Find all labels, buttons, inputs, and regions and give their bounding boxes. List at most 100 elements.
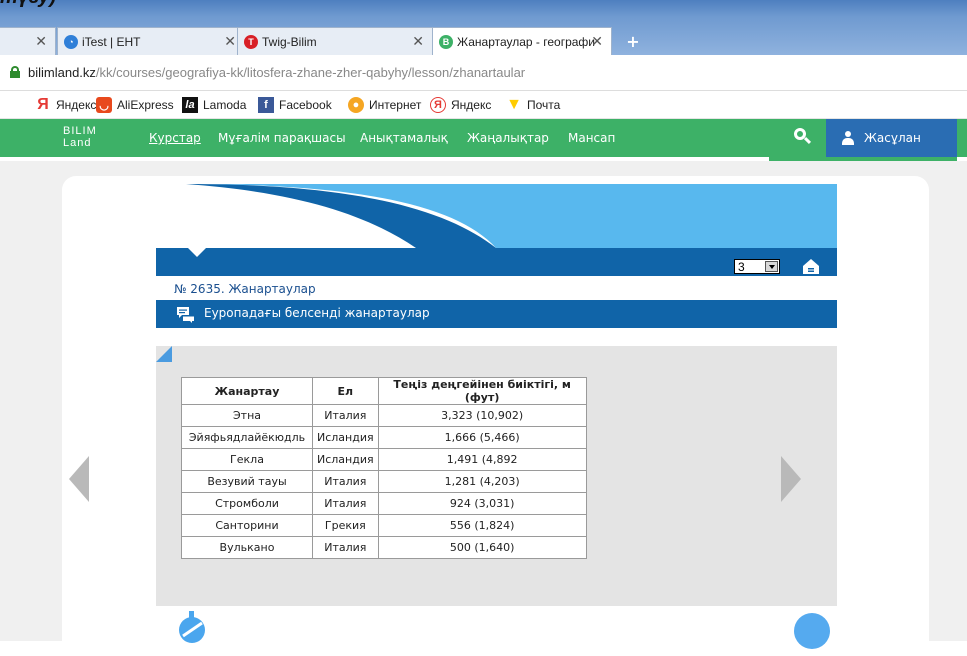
volcano-table: Жанартау Ел Теңіз деңгейінен биіктігі, м… <box>181 377 587 559</box>
close-icon[interactable]: ✕ <box>591 33 603 50</box>
table-cell: Италия <box>312 470 379 493</box>
bookmark-facebook[interactable]: f Facebook <box>258 97 332 113</box>
bookmark-yandex[interactable]: Я Яндекс <box>35 96 97 113</box>
table-cell: Исландия <box>312 426 379 449</box>
site-navbar: BILIM Land Курстар Мұғалім парақшасы Аны… <box>0 119 967 157</box>
user-button[interactable]: Жасұлан <box>826 119 957 157</box>
nav-news[interactable]: Жаңалықтар <box>467 131 549 145</box>
table-cell: Италия <box>312 492 379 515</box>
previous-page-arrow[interactable] <box>69 456 89 502</box>
new-tab-button[interactable]: + <box>621 32 645 51</box>
logo-bottom: Land <box>63 137 92 149</box>
bookmark-internet[interactable]: ● Интернет <box>348 97 421 113</box>
mail-icon: ▼ <box>506 96 522 113</box>
address-bar[interactable]: bilimland.kz/kk/courses/geografiya-kk/li… <box>0 55 967 91</box>
section-title: Еуропадағы белсенді жанартаулар <box>204 306 430 320</box>
bookmark-label: Почта <box>527 98 561 112</box>
bookmark-label: Интернет <box>369 98 422 112</box>
table-cell: Стромболи <box>181 492 313 515</box>
url-text[interactable]: bilimland.kz/kk/courses/geografiya-kk/li… <box>28 65 525 80</box>
table-cell: Эйяфьядлайёкюдль <box>181 426 313 449</box>
url-host: bilimland.kz <box>28 65 96 80</box>
lesson-title: № 2635. Жанартаулар <box>174 282 316 296</box>
close-icon[interactable]: ✕ <box>224 33 236 50</box>
nav-reference[interactable]: Анықтамалық <box>360 131 448 145</box>
bookmark-label: Яндекс <box>451 98 492 112</box>
page-select-value: 3 <box>738 260 745 274</box>
table-cell: 500 (1,640) <box>377 536 587 559</box>
compass-decoration-icon <box>179 611 205 643</box>
bilimland-logo[interactable]: BILIM Land <box>63 125 97 149</box>
bookmark-label: Яндекс <box>56 98 97 112</box>
tab-twig-bilim[interactable]: T Twig-Bilim ✕ <box>237 27 433 55</box>
table-cell: 1,666 (5,466) <box>377 426 587 449</box>
next-page-arrow[interactable] <box>781 456 801 502</box>
table-header-row: Жанартау Ел Теңіз деңгейінен биіктігі, м… <box>181 377 587 405</box>
chat-icon <box>177 307 194 323</box>
bookmark-mail[interactable]: ▼ Почта <box>506 96 561 113</box>
table-cell: 924 (3,031) <box>377 492 587 515</box>
nav-careers[interactable]: Мансап <box>568 131 615 145</box>
page-select[interactable]: 3 <box>734 259 780 274</box>
table-cell: Гекла <box>181 448 313 471</box>
page-background: 3 № 2635. Жанартаулар Еуропадағы белсенд… <box>0 161 967 656</box>
facebook-icon: f <box>258 97 274 113</box>
twig-icon: T <box>244 34 258 49</box>
corner-decoration <box>156 346 172 362</box>
table-row: Эйяфьядлайёкюдль Исландия 1,666 (5,466) <box>181 426 587 449</box>
nav-teacher-page[interactable]: Мұғалім парақшасы <box>218 131 346 145</box>
table-cell: 1,491 (4,892 <box>377 448 587 471</box>
chevron-down-icon[interactable] <box>765 261 778 272</box>
bookmark-label: Lamoda <box>203 98 247 112</box>
tab-itest[interactable]: ◔ iTest | ЕНТ ✕ <box>57 27 245 55</box>
nav-courses[interactable]: Курстар <box>149 131 201 145</box>
bookmark-label: Facebook <box>279 98 332 112</box>
tab-strip: ✕ ◔ iTest | ЕНТ ✕ T Twig-Bilim ✕ B Жанар… <box>0 27 967 55</box>
tab-partial[interactable]: ✕ <box>0 27 56 55</box>
tab-label: iTest | ЕНТ <box>82 34 141 49</box>
close-icon[interactable]: ✕ <box>412 33 424 50</box>
home-icon[interactable] <box>802 258 820 274</box>
table-cell: Санторини <box>181 514 313 537</box>
table-row: Гекла Исландия 1,491 (4,892 <box>181 448 587 471</box>
table-cell: Грекия <box>312 514 379 537</box>
lesson-card: 3 № 2635. Жанартаулар Еуропадағы белсенд… <box>62 176 929 656</box>
bookmark-label: AliExpress <box>117 98 174 112</box>
circle-decoration <box>794 613 830 649</box>
table-cell: Исландия <box>312 448 379 471</box>
table-cell: Италия <box>312 404 379 427</box>
url-path: /kk/courses/geografiya-kk/litosfera-zhan… <box>95 65 526 80</box>
table-cell: 1,281 (4,203) <box>377 470 587 493</box>
table-row: Стромболи Италия 924 (3,031) <box>181 492 587 515</box>
lock-icon <box>10 66 20 78</box>
close-icon[interactable]: ✕ <box>35 33 47 50</box>
table-row: Этна Италия 3,323 (10,902) <box>181 404 587 427</box>
column-header: Ел <box>312 377 379 405</box>
user-name: Жасұлан <box>864 131 921 145</box>
table-cell: Этна <box>181 404 313 427</box>
tab-label: Twig-Bilim <box>262 34 317 49</box>
table-cell: Италия <box>312 536 379 559</box>
search-icon[interactable] <box>794 128 812 146</box>
internet-icon: ● <box>348 97 364 113</box>
aliexpress-icon: ◡ <box>96 97 112 113</box>
bookmark-lamoda[interactable]: la Lamoda <box>182 97 246 113</box>
lamoda-icon: la <box>182 97 198 113</box>
bookmarks-bar: Я Яндекс ◡ AliExpress la Lamoda f Facebo… <box>0 91 967 119</box>
table-cell: 556 (1,824) <box>377 514 587 537</box>
browser-tab-bar: ✕ ◔ iTest | ЕНТ ✕ T Twig-Bilim ✕ B Жанар… <box>0 0 967 55</box>
itest-icon: ◔ <box>64 34 78 49</box>
table-row: Вулькано Италия 500 (1,640) <box>181 536 587 559</box>
tab-zhanartaular[interactable]: B Жанартаулар - географи ✕ <box>432 27 612 55</box>
column-header: Жанартау <box>181 377 313 405</box>
table-cell: Вулькано <box>181 536 313 559</box>
content-panel: Жанартау Ел Теңіз деңгейінен биіктігі, м… <box>156 346 837 606</box>
table-cell: 3,323 (10,902) <box>377 404 587 427</box>
table-row: Везувий тауы Италия 1,281 (4,203) <box>181 470 587 493</box>
bookmark-aliexpress[interactable]: ◡ AliExpress <box>96 97 174 113</box>
column-header: Теңіз деңгейінен биіктігі, м (фут) <box>377 377 587 405</box>
logo-top: BILIM <box>63 125 97 137</box>
bookmark-yandex-browser[interactable]: Я Яндекс <box>430 97 491 113</box>
page-caption: түзу) <box>0 0 56 8</box>
banner-notch <box>188 248 206 257</box>
